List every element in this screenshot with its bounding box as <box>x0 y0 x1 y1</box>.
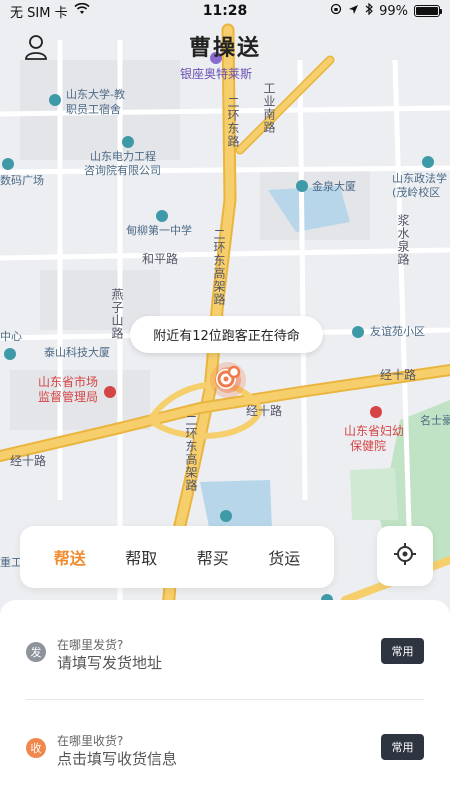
receive-address-row[interactable]: 收 在哪里收货? 点击填写收货信息 常用 <box>0 726 450 786</box>
carrier-text: 无 SIM 卡 <box>10 5 68 21</box>
orientation-lock-icon <box>330 3 342 19</box>
map-label-heping: 和平路 <box>142 252 179 266</box>
map-label-dianliu: 甸柳第一中学 <box>126 224 192 237</box>
map-label-jiangshui: 浆水泉路 <box>396 214 410 266</box>
battery-icon <box>414 5 442 17</box>
map-label-gongye: 工业南路 <box>262 82 276 134</box>
map-label-shuma: 数码广场 <box>0 174 44 187</box>
map-label-jingshi-c: 经十路 <box>10 454 47 468</box>
map-label-erhuan-c: 二环东高架路 <box>184 414 198 492</box>
send-common-button[interactable]: 常用 <box>381 638 424 664</box>
receive-address-input[interactable]: 点击填写收货信息 <box>57 748 177 769</box>
receive-common-button[interactable]: 常用 <box>381 734 424 760</box>
map-label-zhengfa: 山东政法学 <box>392 172 447 185</box>
tab-bangsong[interactable]: 帮送 <box>54 545 86 569</box>
locate-me-button[interactable] <box>377 526 433 586</box>
map-label-mingshi: 名士豪 <box>420 414 450 427</box>
map-label-zhengfa-2: (茂岭校区 <box>392 186 441 199</box>
order-panel: 发 在哪里发货? 请填写发货地址 常用 收 在哪里收货? 点击填写收货信息 常用 <box>0 600 450 800</box>
app-header: 曹操送 <box>0 26 450 66</box>
receive-badge: 收 <box>26 738 46 758</box>
nearby-couriers-tip: 附近有12位跑客正在待命 <box>130 316 323 353</box>
battery-percent: 99% <box>379 3 408 19</box>
map-label-fuyou: 山东省妇幼 <box>344 424 405 438</box>
service-tabs: 帮送 帮取 帮买 货运 <box>20 526 334 588</box>
app-title: 曹操送 <box>188 36 262 61</box>
map-label-dianli-2: 咨询院有限公司 <box>84 164 161 177</box>
status-time: 11:28 <box>202 3 248 19</box>
battery-fill <box>416 7 438 15</box>
send-address-input[interactable]: 请填写发货地址 <box>57 652 162 673</box>
map-label-shichang: 山东省市场 <box>38 375 99 389</box>
user-profile-icon[interactable] <box>24 34 48 60</box>
map-label-taishan: 泰山科技大厦 <box>44 346 110 359</box>
map-label-erhuan-b: 二环东高架路 <box>212 228 226 306</box>
map-label-yanzi: 燕子山路 <box>110 288 124 340</box>
map-label-jingshi-a: 经十路 <box>380 368 417 382</box>
divider <box>26 699 424 700</box>
map-label-sdu-2: 职员工宿舍 <box>66 103 121 116</box>
map-label-dianli: 山东电力工程 <box>90 150 156 163</box>
bluetooth-icon <box>365 2 373 19</box>
receive-hint: 在哪里收货? <box>57 734 124 748</box>
map-label-sdu: 山东大学-教 <box>66 88 125 101</box>
send-badge: 发 <box>26 642 46 662</box>
map-label-zhongxin: 中心 <box>0 330 22 343</box>
map-label-youyi: 友谊苑小区 <box>370 325 425 338</box>
map-label-jinquan: 金泉大厦 <box>312 180 356 193</box>
tab-bangqu[interactable]: 帮取 <box>125 545 157 569</box>
crosshair-icon <box>394 543 416 569</box>
send-address-row[interactable]: 发 在哪里发货? 请填写发货地址 常用 <box>0 630 450 690</box>
map-label-erhuan-a: 二环东路 <box>226 96 240 148</box>
map-label-dongzhuang: 重工 <box>0 556 22 569</box>
tab-bangmai[interactable]: 帮买 <box>197 545 229 569</box>
status-bar: 无 SIM 卡 11:28 99% <box>0 0 450 22</box>
map-label-shichang-2: 监督管理局 <box>38 390 99 404</box>
location-arrow-icon <box>348 4 359 19</box>
map-label-jingshi-b: 经十路 <box>246 404 283 418</box>
map-label-fuyou-2: 保健院 <box>350 439 387 453</box>
tab-huoyun[interactable]: 货运 <box>268 545 300 569</box>
location-pin-icon <box>208 360 248 400</box>
wifi-icon <box>74 2 90 19</box>
send-hint: 在哪里发货? <box>57 638 124 652</box>
map-label-yinzuo: 银座奥特莱斯 <box>180 67 253 81</box>
